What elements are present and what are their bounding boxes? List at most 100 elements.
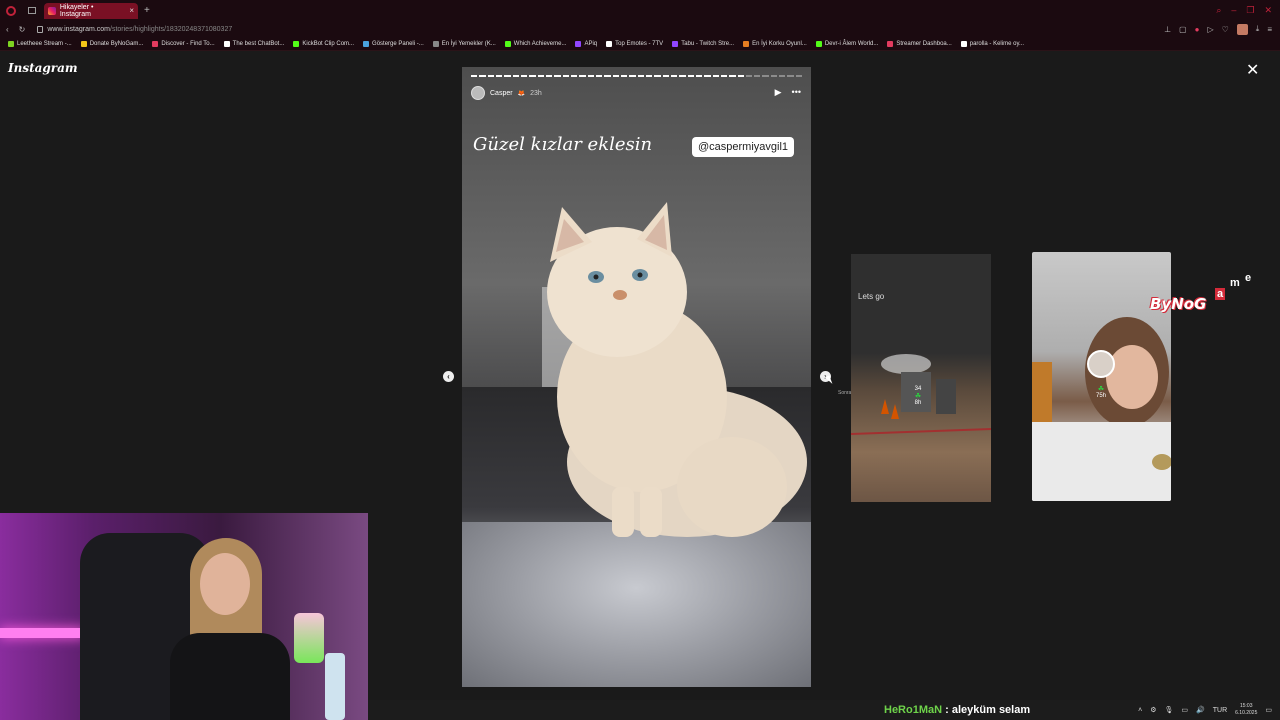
tab-instagram[interactable]: Hikayeler • Instagram × — [44, 2, 138, 19]
bookmark-favicon-icon — [432, 40, 439, 47]
bookmark-item[interactable]: Donate ByNoGam... — [80, 40, 143, 47]
bookmark-item[interactable]: En İyi Korku Oyunl... — [743, 40, 807, 47]
minimize-icon[interactable]: – — [1231, 5, 1236, 16]
tab-close-icon[interactable]: × — [129, 6, 134, 15]
bookmark-favicon-icon — [575, 40, 582, 47]
progress-segment — [787, 75, 794, 77]
progress-segment — [620, 75, 628, 77]
story-preview-2[interactable]: ☘ 75h — [1032, 252, 1171, 501]
url-host: www.instagram.com — [47, 25, 111, 33]
bookmark-item[interactable]: Which Achieveme... — [504, 40, 566, 47]
story-controls: ▶ ••• — [775, 87, 801, 98]
fox-emoji-icon: 🦊 — [517, 90, 526, 97]
progress-segment — [504, 75, 511, 77]
gear-icon[interactable]: ⚙ — [1150, 706, 1156, 714]
profile-avatar[interactable] — [1236, 23, 1248, 35]
browser-tab-bar: Hikayeler • Instagram × + ⌕ – ❐ ✕ — [0, 0, 1280, 21]
download-icon[interactable]: ⤓ — [1256, 24, 1260, 34]
close-viewer-icon[interactable]: ✕ — [1246, 63, 1259, 79]
tray-expand-icon[interactable]: ˄ — [1138, 707, 1142, 714]
progress-segment — [604, 75, 611, 77]
display-icon[interactable]: ▭ — [1181, 706, 1188, 714]
progress-segment — [779, 75, 786, 77]
progress-segment — [662, 75, 669, 77]
bookmark-item[interactable]: Top Emotes - 7TV — [606, 40, 664, 47]
progress-segment — [512, 75, 519, 77]
bookmark-item[interactable]: The best ChatBot... — [223, 40, 284, 47]
bookmark-label: Devr-i Âlem World... — [824, 40, 879, 47]
address-field[interactable]: www.instagram.com/stories/highlights/183… — [37, 25, 232, 33]
clock[interactable]: 15:03 6.10.2025 — [1235, 703, 1257, 717]
bookmark-item[interactable]: Leetheee Stream -... — [8, 40, 72, 47]
story-preview-1[interactable]: Lets go 34 ☘ 8h — [851, 254, 991, 502]
language-indicator[interactable]: TUR — [1213, 707, 1227, 714]
bookmark-label: Tabu - Twitch Stre... — [681, 40, 735, 47]
play-icon[interactable]: ▶ — [775, 87, 782, 98]
cat-photo — [547, 202, 807, 537]
tab-title: Hikayeler • Instagram — [59, 3, 94, 18]
bookmark-label: KickBot Clip Com... — [302, 40, 355, 47]
bookmark-item[interactable]: Gösterge Paneli -... — [363, 40, 424, 47]
preview-2-avatar[interactable] — [1087, 350, 1115, 378]
streamer — [160, 523, 300, 720]
streamer-body — [170, 633, 290, 720]
story-username[interactable]: Casper — [490, 90, 513, 97]
story-card[interactable]: Casper 🦊 23h ▶ ••• Güzel kızlar eklesin … — [462, 67, 811, 687]
progress-segment — [712, 75, 719, 77]
progress-segment — [754, 75, 761, 77]
notification-icon[interactable]: ▭ — [1265, 706, 1272, 714]
opera-gx-logo-icon[interactable] — [6, 5, 16, 16]
chat-username: HeRo1MaN — [884, 704, 943, 716]
instagram-logo[interactable]: Instagram — [8, 61, 78, 75]
bookmark-favicon-icon — [887, 40, 894, 47]
heart-icon[interactable]: ♡ — [1222, 25, 1229, 34]
preview-1-meta: 34 ☘ 8h — [903, 386, 933, 406]
reload-icon[interactable]: ↻ — [19, 25, 26, 34]
story-avatar[interactable] — [471, 86, 485, 100]
progress-segment — [487, 75, 494, 77]
bookmark-favicon-icon — [8, 40, 14, 47]
instagram-favicon-icon — [48, 6, 56, 15]
bookmark-item[interactable]: Streamer Dashboa... — [887, 40, 952, 47]
search-tabs-icon[interactable]: ⌕ — [1216, 5, 1221, 16]
mention-text: @caspermiyavgil1 — [698, 141, 789, 153]
player-icon[interactable]: ▷ — [1207, 25, 1213, 34]
clock-time: 15:03 — [1239, 703, 1253, 709]
progress-segment — [720, 75, 728, 77]
back-icon[interactable]: ‹ — [6, 25, 9, 34]
bookmark-item[interactable]: APiq — [575, 40, 597, 47]
bookmark-item[interactable]: Devr-i Âlem World... — [815, 40, 879, 47]
bookmark-item[interactable]: KickBot Clip Com... — [293, 40, 355, 47]
new-tab-icon[interactable]: + — [144, 5, 150, 16]
microphone-icon[interactable]: 🎙 — [1165, 706, 1174, 714]
window-close-icon[interactable]: ✕ — [1264, 5, 1272, 16]
progress-segment — [670, 75, 678, 77]
brand-letter-e: e — [1245, 272, 1252, 284]
bookmark-item[interactable]: Tabu - Twitch Stre... — [672, 40, 735, 47]
progress-segment — [579, 75, 586, 77]
progress-segment — [737, 75, 744, 77]
mention-sticker[interactable]: @caspermiyavgil1 — [692, 137, 795, 157]
maximize-icon[interactable]: ❐ — [1246, 5, 1254, 16]
shield-icon[interactable]: ● — [1195, 25, 1200, 34]
progress-segment — [562, 75, 569, 77]
bookmark-item[interactable]: En İyi Yemekler (K... — [432, 40, 496, 47]
progress-segment — [770, 75, 778, 77]
windows-taskbar: HeRo1MaN : aleyküm selam ˄ ⚙ 🎙 ▭ 🔊 TUR 1… — [368, 700, 1280, 720]
progress-segment — [762, 75, 769, 77]
pin-icon[interactable]: ⊥ — [1164, 25, 1171, 34]
preview-1-image — [851, 354, 991, 435]
menu-icon[interactable]: ≡ — [1267, 25, 1272, 34]
volume-icon[interactable]: 🔊 — [1196, 706, 1205, 714]
bookmark-label: Top Emotes - 7TV — [615, 40, 664, 47]
bookmark-favicon-icon — [960, 40, 967, 47]
previous-story-arrow-icon[interactable]: ‹ — [443, 371, 454, 382]
snapshot-icon[interactable]: ▢ — [1179, 25, 1187, 34]
progress-segment — [471, 75, 478, 77]
bookmark-item[interactable]: parolla - Kelime oy... — [960, 40, 1024, 47]
bookmark-item[interactable]: Discover - Find To... — [152, 40, 215, 47]
tab-island-icon[interactable] — [28, 7, 36, 14]
more-options-icon[interactable]: ••• — [792, 87, 801, 98]
window-controls: ⌕ – ❐ ✕ — [1216, 5, 1272, 16]
bookmark-label: Discover - Find To... — [161, 40, 215, 47]
